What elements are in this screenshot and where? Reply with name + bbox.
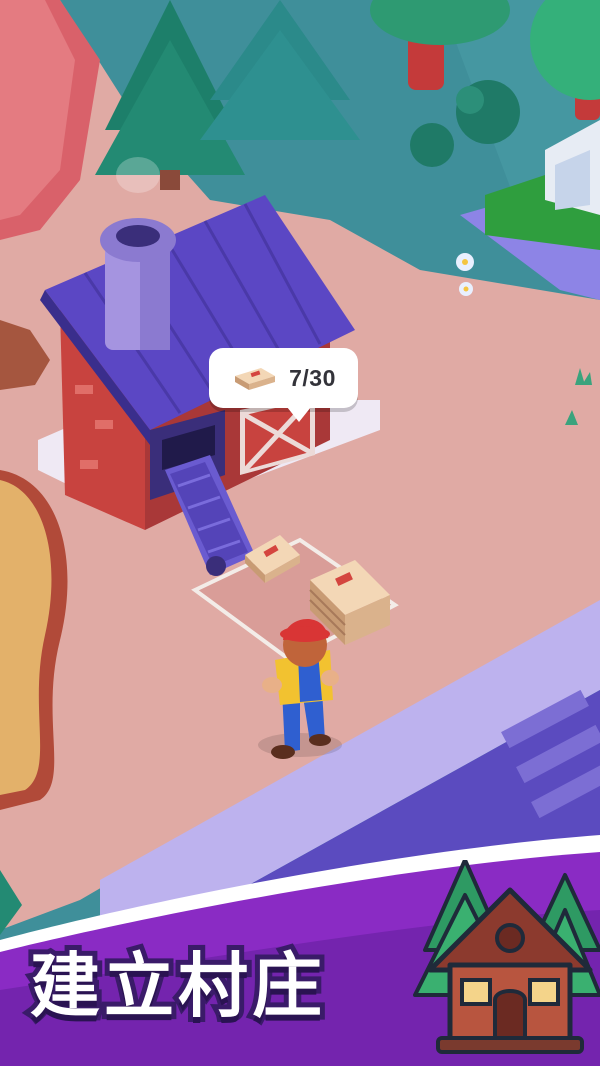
chimney-smoke	[116, 157, 160, 193]
wooden-plank-bundle-icon	[235, 368, 276, 390]
game-screen: 7/30 建立村庄	[0, 0, 600, 1066]
banner-title: 建立村庄	[25, 940, 327, 1032]
cabin-with-pine-trees-icon	[413, 860, 600, 1054]
resource-counter-text: 7/30	[289, 364, 336, 391]
resource-counter-bubble: 7/30	[209, 348, 358, 422]
